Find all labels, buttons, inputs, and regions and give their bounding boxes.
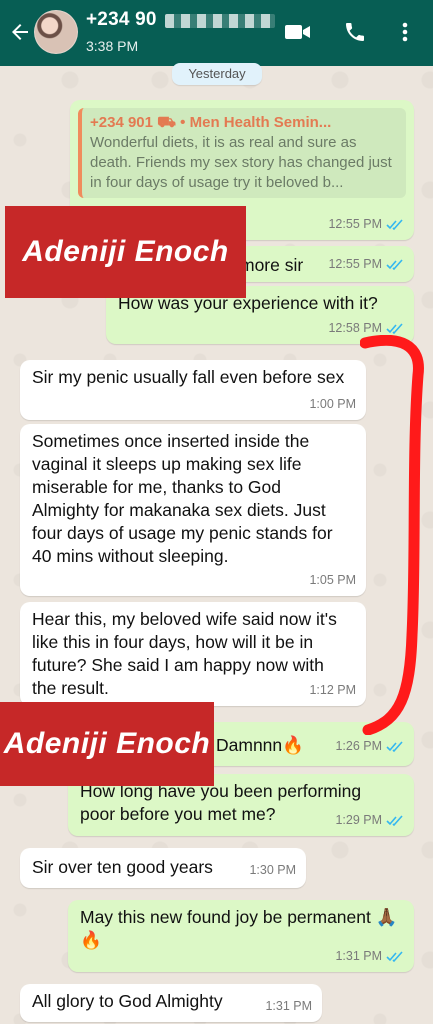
message-time: 1:05 PM [309,573,356,587]
back-arrow-icon[interactable] [8,20,32,44]
double-check-icon [386,740,403,752]
message-time: 1:29 PM [335,813,382,827]
video-call-icon[interactable] [284,20,312,44]
double-check-icon [386,258,403,270]
message-meta: 1:05 PM [309,569,356,592]
message-time: 1:31 PM [265,999,312,1013]
message-bubble-incoming[interactable]: All glory to God Almighty 1:31 PM [20,984,322,1022]
message-text: Damnnn🔥 [216,735,304,755]
phone-icon[interactable] [343,20,367,44]
message-text: Hear this, my beloved wife said now it's… [32,609,337,698]
message-text: more sir [240,255,304,275]
message-time: 12:55 PM [328,257,382,271]
double-check-icon [386,950,403,962]
message-bubble-outgoing[interactable]: May this new found joy be permanent 🙏🏾🔥 … [68,900,414,972]
message-bubble-incoming[interactable]: Sir over ten good years 1:30 PM [20,848,306,888]
quoted-text: Wonderful diets, it is as real and sure … [90,134,392,191]
message-time: 1:30 PM [249,863,296,877]
message-bubble-incoming[interactable]: Sir my penic usually fall even before se… [20,360,366,420]
message-time: 12:55 PM [328,217,382,231]
date-separator: Yesterday [172,63,262,85]
message-text: All glory to God Almighty [32,991,223,1011]
message-meta: 12:55 PM [328,253,404,276]
redacted-number [165,14,275,28]
double-check-icon [386,322,403,334]
quoted-message[interactable]: +234 901 ⛟ • Men Health Semin... Wonderf… [78,108,406,198]
quoted-author: +234 901 ⛟ • Men Health Semin... [90,114,332,131]
message-time: 1:31 PM [335,949,382,963]
message-meta: 1:31 PM [265,995,312,1018]
message-meta: 1:31 PM [335,945,404,968]
message-text: Sometimes once inserted inside the vagin… [32,431,333,566]
last-seen: 3:38 PM [86,38,139,54]
message-time: 1:26 PM [335,739,382,753]
message-bubble-incoming[interactable]: Sometimes once inserted inside the vagin… [20,424,366,596]
more-vert-icon[interactable] [395,20,415,44]
message-text: Sir over ten good years [32,857,213,877]
double-check-icon [386,218,403,230]
message-text: May this new found joy be permanent 🙏🏾🔥 [80,907,398,950]
message-meta: 1:12 PM [309,679,356,702]
avatar[interactable] [34,10,78,54]
message-time: 1:12 PM [309,683,356,697]
message-bubble-incoming[interactable]: Hear this, my beloved wife said now it's… [20,602,366,706]
message-meta: 12:55 PM [328,213,404,236]
contact-name[interactable]: +234 90 [86,9,157,31]
message-meta: 1:26 PM [335,735,404,758]
message-text: Sir my penic usually fall even before se… [32,367,345,387]
message-meta: 1:00 PM [309,393,356,416]
watermark-label: Adeniji Enoch [5,206,246,298]
red-bracket-annotation [360,335,424,735]
message-meta: 1:29 PM [335,809,404,832]
message-time: 1:00 PM [309,397,356,411]
chat-header: +234 90 3:38 PM [0,0,433,66]
double-check-icon [386,814,403,826]
message-meta: 1:30 PM [249,859,296,882]
watermark-label: Adeniji Enoch [0,702,214,786]
